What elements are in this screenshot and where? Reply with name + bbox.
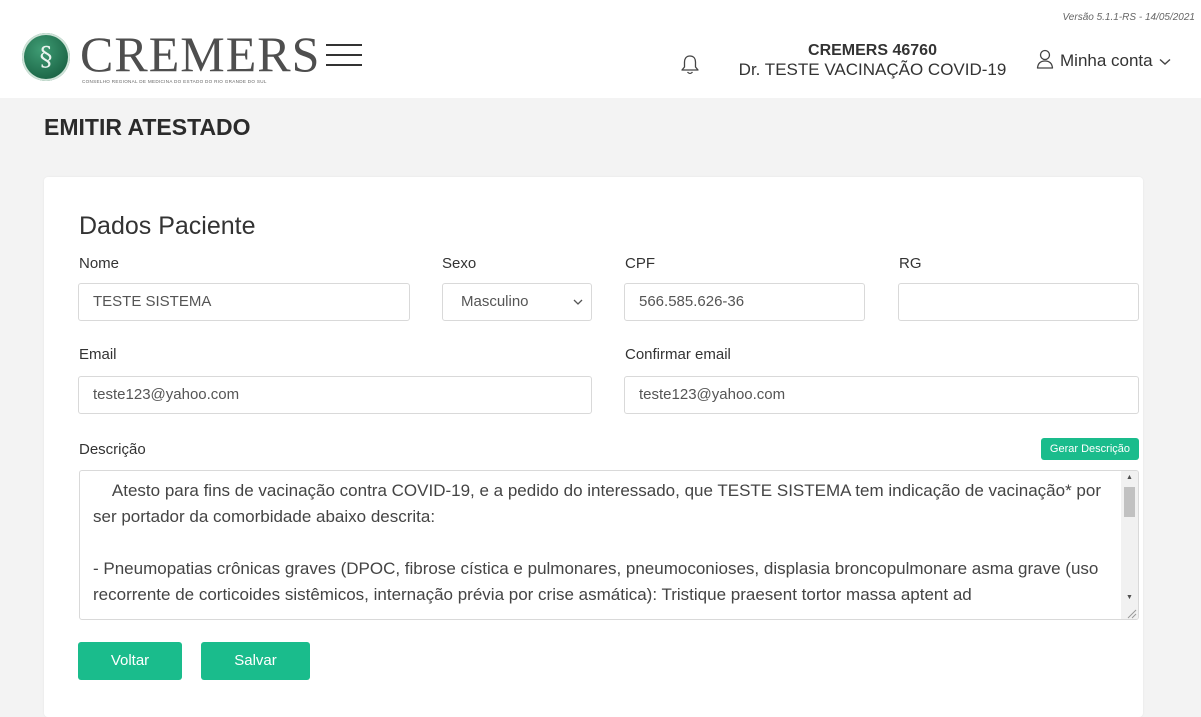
cremers-logo[interactable]: § CREMERS CONSELHO REGIONAL DE MEDICINA … bbox=[22, 28, 322, 92]
bell-icon[interactable] bbox=[680, 54, 700, 76]
email-label: Email bbox=[79, 346, 117, 363]
email-input[interactable]: teste123@yahoo.com bbox=[78, 376, 592, 414]
patient-form-card: Dados Paciente Nome TESTE SISTEMA Sexo M… bbox=[44, 177, 1143, 717]
back-button[interactable]: Voltar bbox=[78, 642, 182, 680]
cpf-label: CPF bbox=[625, 255, 655, 272]
version-label: Versão 5.1.1-RS - 14/05/2021 bbox=[1062, 12, 1196, 23]
nome-input[interactable]: TESTE SISTEMA bbox=[78, 283, 410, 321]
account-label: Minha conta bbox=[1060, 51, 1153, 70]
resize-handle-icon[interactable] bbox=[1125, 606, 1137, 619]
textarea-scrollbar[interactable]: ▲ ▼ bbox=[1121, 471, 1138, 619]
section-title: Dados Paciente bbox=[79, 212, 256, 240]
scroll-up-icon[interactable]: ▲ bbox=[1121, 471, 1138, 485]
account-menu[interactable]: Minha conta bbox=[1036, 49, 1171, 74]
logo-text: CREMERS bbox=[80, 26, 321, 82]
descricao-label: Descrição bbox=[79, 441, 146, 458]
confirm-email-label: Confirmar email bbox=[625, 346, 731, 363]
user-name: Dr. TESTE VACINAÇÃO COVID-19 bbox=[738, 60, 1007, 79]
sexo-select[interactable]: Masculino bbox=[442, 283, 592, 321]
descricao-text: Atesto para fins de vacinação contra COV… bbox=[93, 481, 1101, 604]
rg-label: RG bbox=[899, 255, 922, 272]
confirm-email-input[interactable]: teste123@yahoo.com bbox=[624, 376, 1139, 414]
chevron-down-icon bbox=[573, 284, 583, 334]
scroll-down-icon[interactable]: ▼ bbox=[1121, 591, 1138, 605]
descricao-textarea[interactable]: Atesto para fins de vacinação contra COV… bbox=[79, 470, 1139, 620]
user-registration-code: CREMERS 46760 bbox=[808, 42, 937, 59]
chevron-down-icon bbox=[1159, 51, 1171, 71]
top-header: Versão 5.1.1-RS - 14/05/2021 § CREMERS C… bbox=[0, 0, 1201, 98]
caduceus-emblem-icon: § bbox=[22, 33, 70, 81]
cpf-input[interactable]: 566.585.626-36 bbox=[624, 283, 865, 321]
user-icon bbox=[1036, 49, 1054, 74]
scrollbar-thumb[interactable] bbox=[1124, 487, 1135, 517]
generate-description-button[interactable]: Gerar Descrição bbox=[1040, 438, 1139, 460]
logo-subtitle: CONSELHO REGIONAL DE MEDICINA DO ESTADO … bbox=[82, 79, 267, 84]
page-title: EMITIR ATESTADO bbox=[44, 114, 251, 140]
save-button[interactable]: Salvar bbox=[201, 642, 310, 680]
sexo-label: Sexo bbox=[442, 255, 477, 272]
rg-input[interactable] bbox=[898, 283, 1139, 321]
hamburger-menu-icon[interactable] bbox=[326, 42, 362, 68]
sexo-value: Masculino bbox=[461, 293, 529, 310]
nome-label: Nome bbox=[79, 255, 120, 272]
